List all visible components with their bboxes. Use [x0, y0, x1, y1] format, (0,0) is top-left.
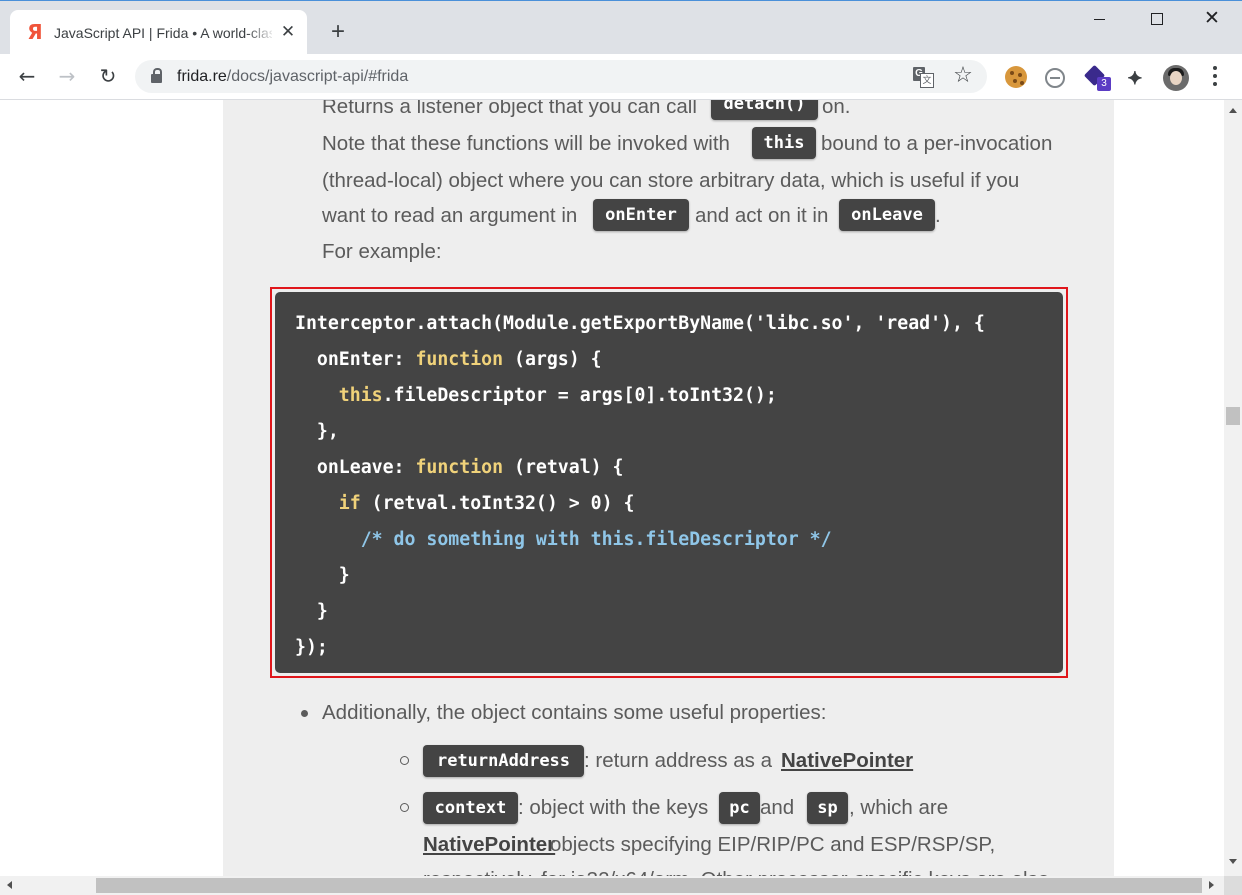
inline-code-detach: detach() [711, 100, 818, 120]
scroll-down-arrow-icon[interactable] [1229, 859, 1237, 864]
inline-code-onleave: onLeave [839, 199, 935, 231]
inline-code-sp: sp [807, 792, 848, 824]
extensions-puzzle-icon[interactable]: ⯌ [1124, 66, 1146, 88]
code-line: }); [295, 637, 328, 658]
browser-toolbar: ← → ↻ frida.re/docs/javascript-api/#frid… [0, 54, 1242, 100]
bullet-dot [301, 710, 308, 717]
text-fragment: : object with the keys [518, 796, 709, 819]
scrollbar-corner [1224, 876, 1242, 895]
text: Returns a listener object that you can c… [322, 100, 697, 118]
sub-bullet-circle [400, 803, 409, 812]
minimize-icon [1094, 19, 1105, 20]
code-block[interactable]: Interceptor.attach(Module.getExportByNam… [275, 292, 1063, 673]
bookmark-star-icon[interactable]: ☆ [951, 63, 975, 89]
translate-icon[interactable]: G文 [913, 67, 934, 88]
nativepointer-link[interactable]: NativePointer [781, 747, 913, 775]
url-host: frida.re [177, 68, 227, 85]
for-example-text: For example: [322, 240, 442, 263]
text-fragment: respectively, for ia32/x64/arm. Other pr… [423, 866, 1049, 876]
code-block-highlight: Interceptor.attach(Module.getExportByNam… [270, 287, 1068, 678]
text-fragment: . [935, 204, 941, 227]
invoked-paragraph-line1: Note that these functions will be invoke… [322, 132, 730, 155]
titlebar-accent-line [0, 0, 1242, 1]
address-bar[interactable]: frida.re/docs/javascript-api/#frida G文 ☆ [135, 60, 987, 93]
invoked-paragraph-line2: (thread-local) object where you can stor… [322, 169, 1020, 192]
browser-menu-icon[interactable] [1203, 64, 1227, 90]
back-button[interactable]: ← [13, 62, 41, 90]
vertical-scrollbar[interactable] [1224, 100, 1242, 876]
code-line: if (retval.toInt32() > 0) { [295, 493, 635, 514]
block-extension-icon[interactable] [1045, 68, 1065, 88]
invoked-paragraph-line3: want to read an argument in [322, 204, 578, 227]
page-viewport: Returns a listener object that you can c… [0, 100, 1224, 876]
code-line: }, [295, 421, 339, 442]
code-line: Interceptor.attach(Module.getExportByNam… [295, 313, 985, 334]
frida-favicon-icon: Я [27, 20, 43, 44]
window-close-button[interactable]: ✕ [1184, 0, 1240, 40]
text-fragment: and act on it in [695, 204, 829, 227]
text-fragment: , which are [849, 796, 949, 819]
tab-title: JavaScript API | Frida • A world-class d… [54, 25, 272, 41]
code-comment-line: /* do something with this.fileDescriptor… [295, 529, 832, 550]
inline-code-returnaddress: returnAddress [423, 745, 584, 777]
browser-tab-active[interactable]: Я JavaScript API | Frida • A world-class… [10, 10, 307, 54]
window-minimize-button[interactable] [1072, 0, 1128, 40]
url-text[interactable]: frida.re/docs/javascript-api/#frida [177, 67, 408, 87]
tab-close-icon[interactable]: ✕ [278, 22, 298, 42]
code-line: } [295, 565, 350, 586]
browser-titlebar: Я JavaScript API | Frida • A world-class… [0, 0, 1242, 54]
inline-code-onenter: onEnter [593, 199, 689, 231]
code-line: onLeave: function (retval) { [295, 457, 624, 478]
vertical-scroll-thumb[interactable] [1226, 407, 1240, 425]
listener-paragraph: Returns a listener object that you can c… [322, 100, 697, 121]
profile-avatar[interactable] [1163, 65, 1189, 91]
scroll-right-arrow-icon[interactable] [1209, 881, 1214, 889]
code-line: this.fileDescriptor = args[0].toInt32(); [295, 385, 777, 406]
horizontal-scrollbar[interactable] [0, 876, 1224, 895]
cookie-extension-icon[interactable] [1005, 66, 1027, 88]
text-fragment: : return address as a [584, 749, 773, 772]
gem-extension-icon[interactable]: 3 [1083, 64, 1111, 91]
scroll-up-arrow-icon[interactable] [1229, 108, 1237, 113]
inline-code-pc: pc [719, 792, 760, 824]
horizontal-scroll-thumb[interactable] [96, 878, 1202, 893]
window-maximize-button[interactable] [1128, 0, 1184, 40]
forward-button[interactable]: → [53, 62, 81, 90]
new-tab-button[interactable]: + [324, 18, 352, 46]
lock-icon[interactable] [151, 68, 162, 83]
maximize-icon [1151, 13, 1163, 25]
text-fragment: and [760, 796, 795, 819]
text-fragment: bound to a per-invocation [821, 132, 1053, 155]
close-icon: ✕ [1204, 8, 1220, 29]
nativepointer-link[interactable]: NativePointer [423, 831, 555, 859]
text-fragment: on. [822, 100, 851, 118]
text-fragment: objects specifying EIP/RIP/PC and ESP/RS… [550, 833, 996, 856]
properties-bullet: Additionally, the object contains some u… [322, 701, 827, 724]
tab-title-fade [246, 20, 276, 44]
code-line: } [295, 601, 328, 622]
sub-bullet-circle [400, 756, 409, 765]
inline-code-context: context [423, 792, 518, 824]
url-path: /docs/javascript-api/#frida [226, 68, 409, 85]
code-line: onEnter: function (args) { [295, 349, 602, 370]
inline-code-this: this [752, 127, 816, 159]
scroll-left-arrow-icon[interactable] [7, 881, 12, 889]
extension-badge: 3 [1097, 77, 1111, 91]
reload-button[interactable]: ↻ [94, 62, 122, 90]
